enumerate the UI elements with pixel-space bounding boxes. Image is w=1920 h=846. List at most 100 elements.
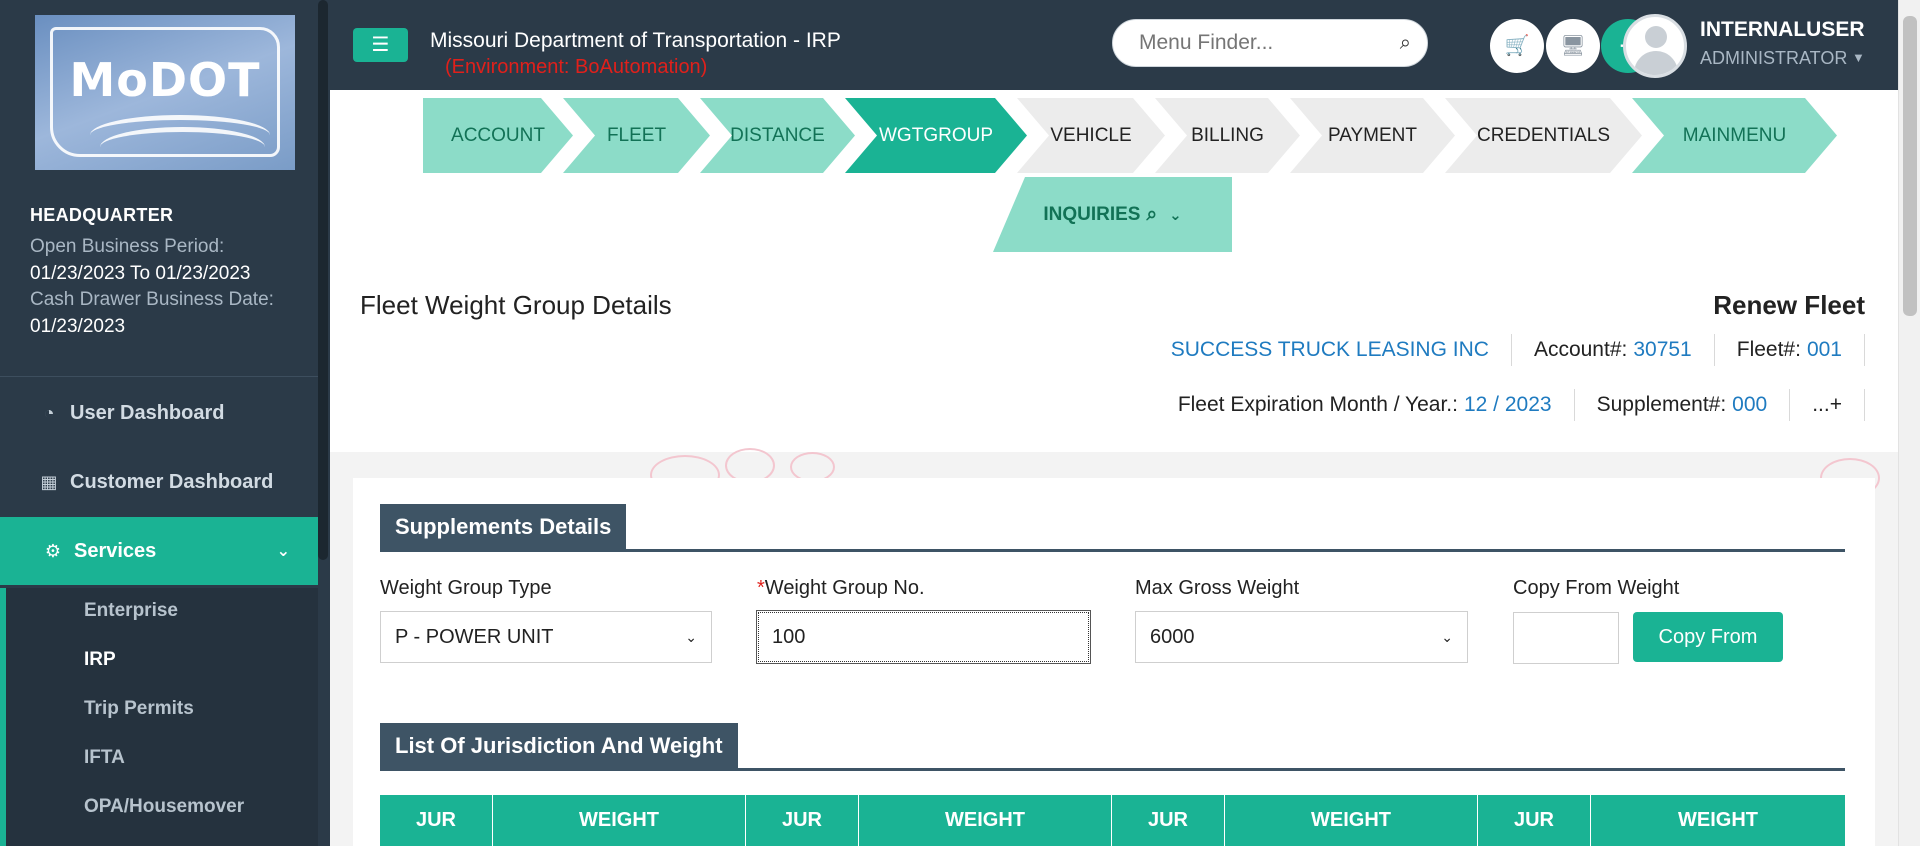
max-gross-weight-value: 6000: [1150, 626, 1195, 648]
weight-group-type-label: Weight Group Type: [380, 577, 552, 599]
section-underline: [380, 549, 1845, 552]
top-bar: ☰ Missouri Department of Transportation …: [330, 0, 1920, 90]
chevron-down-icon: ⌄: [1441, 629, 1453, 645]
weight-group-type-value: P - POWER UNIT: [395, 626, 554, 648]
sidebar: MoDOT HEADQUARTER Open Business Period: …: [0, 0, 330, 846]
sidebar-item-services[interactable]: ⚙ Services ⌄: [0, 517, 318, 585]
sidebar-subitem-opa-housemover[interactable]: OPA/Housemover: [84, 796, 244, 818]
step-label: BILLING: [1191, 124, 1264, 146]
sidebar-item-user-dashboard[interactable]: ◔ User Dashboard: [0, 379, 318, 447]
caret-down-icon[interactable]: ▼: [1852, 50, 1865, 65]
dashboard-icon: ◔: [43, 402, 55, 423]
fleet-label: Fleet#:: [1736, 338, 1801, 361]
fleet-info-row-2: Fleet Expiration Month / Year.: 12 / 202…: [1178, 389, 1865, 421]
user-name[interactable]: INTERNALUSER: [1700, 18, 1865, 42]
required-marker: *: [757, 577, 765, 599]
step-label: ACCOUNT: [451, 124, 545, 146]
step-label: FLEET: [606, 124, 667, 146]
chevron-down-icon: ⌄: [1169, 206, 1182, 224]
gears-icon: ⚙: [44, 540, 62, 561]
avatar-head: [1645, 26, 1667, 48]
sidebar-subitem-trip-permits[interactable]: Trip Permits: [84, 698, 194, 720]
cash-drawer-label: Cash Drawer Business Date:: [30, 289, 274, 310]
sidebar-item-label: Services: [74, 539, 157, 562]
divider: [1573, 389, 1575, 421]
divider: [1713, 334, 1715, 366]
hamburger-icon: ☰: [371, 34, 390, 56]
divider: [1864, 334, 1865, 366]
more-info-text: ...+: [1812, 393, 1842, 416]
chevron-down-icon: ⌄: [276, 543, 290, 560]
column-header-jur: JUR: [1478, 795, 1591, 846]
inquiries-dropdown[interactable]: INQUIRIES ⌕ ⌄: [993, 177, 1232, 252]
account-label: Account#:: [1533, 338, 1628, 361]
divider: [1864, 389, 1865, 421]
step-account[interactable]: ACCOUNT: [423, 98, 573, 173]
column-header-weight: WEIGHT: [1678, 809, 1758, 831]
expiration-value: 12 / 2023: [1463, 393, 1552, 416]
page-scrollbar-thumb[interactable]: [1903, 16, 1917, 316]
avatar[interactable]: [1623, 14, 1687, 78]
menu-toggle-button[interactable]: ☰: [353, 28, 408, 62]
hq-title: HEADQUARTER: [30, 205, 174, 225]
logo-text: MoDOT: [69, 53, 261, 107]
step-label: WGTGROUP: [879, 124, 993, 146]
modot-logo[interactable]: MoDOT: [35, 15, 295, 170]
jurisdiction-heading: List Of Jurisdiction And Weight: [380, 723, 738, 769]
chevron-down-icon: ⌄: [685, 629, 697, 645]
step-label: DISTANCE: [730, 124, 825, 146]
weight-group-no-label: *Weight Group No.: [757, 577, 925, 600]
weight-group-no-input[interactable]: [756, 610, 1091, 664]
company-name[interactable]: SUCCESS TRUCK LEASING INC: [1171, 338, 1489, 362]
page-scrollbar[interactable]: [1898, 0, 1920, 846]
supplement-value: 000: [1732, 393, 1768, 416]
supplement-label: Supplement#:: [1596, 393, 1727, 416]
logo-swoosh: [100, 127, 265, 167]
sidebar-scrollbar[interactable]: [318, 0, 328, 560]
user-role[interactable]: ADMINISTRATOR: [1700, 48, 1847, 69]
sidebar-subitem-enterprise[interactable]: Enterprise: [84, 600, 178, 622]
more-info-toggle[interactable]: ...+: [1812, 393, 1842, 417]
environment-label: (Environment: BoAutomation): [445, 56, 708, 78]
sidebar-item-customer-dashboard[interactable]: ▦ Customer Dashboard: [0, 448, 318, 516]
grid-icon: ▦: [40, 471, 58, 492]
monitor-icon: 🖥: [1560, 35, 1586, 57]
weight-group-type-select[interactable]: P - POWER UNIT ⌄: [380, 611, 712, 663]
monitor-button[interactable]: 🖥: [1546, 19, 1600, 73]
step-label: PAYMENT: [1327, 124, 1418, 146]
page-mode: Renew Fleet: [1713, 290, 1865, 320]
max-gross-weight-select[interactable]: 6000 ⌄: [1135, 611, 1468, 663]
copy-from-button[interactable]: Copy From: [1633, 612, 1783, 662]
divider: [1510, 334, 1512, 366]
column-header-weight: WEIGHT: [1225, 795, 1478, 846]
column-header-weight: WEIGHT: [493, 795, 746, 846]
app-title: Missouri Department of Transportation - …: [430, 29, 841, 52]
open-period-label: Open Business Period:: [30, 236, 225, 257]
page-title: Fleet Weight Group Details: [360, 290, 672, 320]
column-header-jur: JUR: [746, 795, 859, 846]
jurisdiction-table-header: JUR WEIGHT JUR WEIGHT JUR WEIGHT JUR WEI…: [380, 795, 1845, 846]
step-label: CREDENTIALS: [1476, 124, 1611, 146]
max-gross-weight-label: Max Gross Weight: [1135, 577, 1300, 599]
sidebar-subitem-ifta[interactable]: IFTA: [84, 747, 125, 769]
column-header-weight: WEIGHT: [859, 795, 1112, 846]
search-icon: ⌕: [1146, 203, 1158, 225]
menu-finder-input[interactable]: [1139, 20, 1379, 66]
copy-from-weight-label: Copy From Weight: [1513, 577, 1680, 599]
search-icon[interactable]: ⌕: [1400, 32, 1411, 55]
cash-drawer-value: 01/23/2023: [30, 316, 126, 337]
supplements-heading: Supplements Details: [380, 504, 627, 550]
inquiries-label: INQUIRIES: [1043, 203, 1141, 225]
step-label: MAINMENU: [1682, 124, 1787, 146]
sidebar-divider: [0, 376, 318, 377]
fleet-value: 001: [1806, 338, 1842, 361]
cart-button[interactable]: 🛒: [1490, 19, 1544, 73]
avatar-body: [1634, 51, 1678, 75]
sidebar-item-label: Customer Dashboard: [70, 470, 274, 493]
menu-finder[interactable]: ⌕: [1112, 19, 1428, 67]
sidebar-subitem-irp[interactable]: IRP: [84, 649, 116, 671]
section-underline: [380, 768, 1845, 771]
cart-icon: 🛒: [1504, 35, 1530, 57]
copy-from-weight-input[interactable]: [1513, 612, 1619, 664]
expiration-label: Fleet Expiration Month / Year.:: [1177, 393, 1458, 416]
